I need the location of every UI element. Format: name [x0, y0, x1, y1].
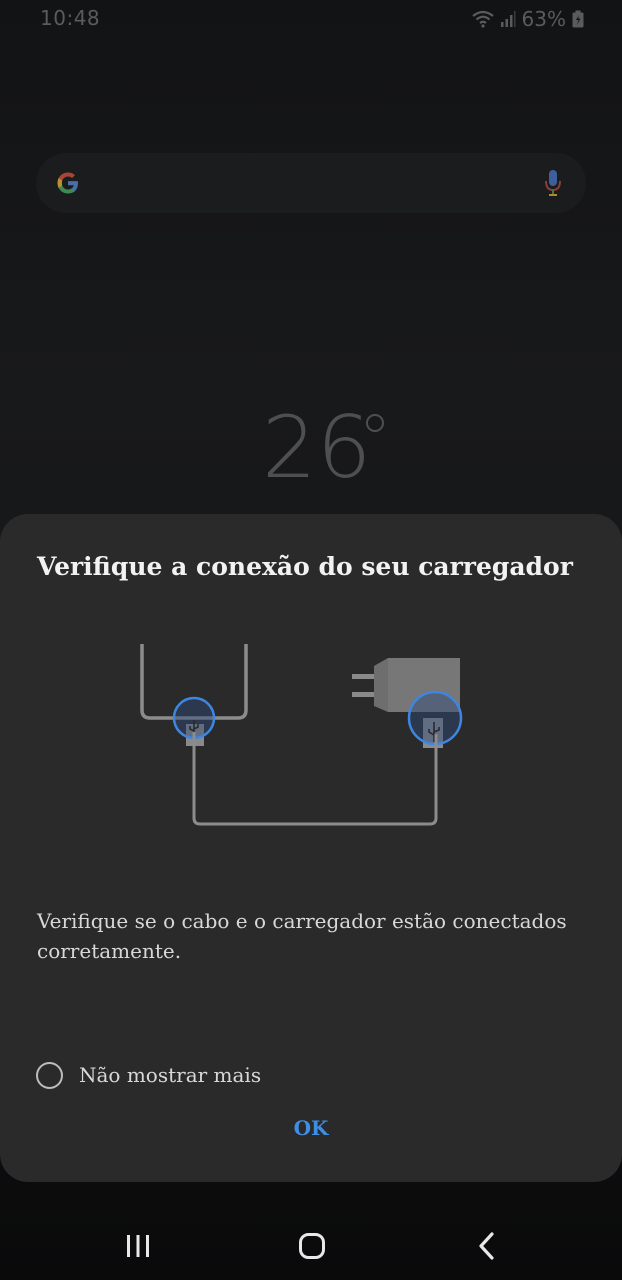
- ok-button[interactable]: OK: [271, 1110, 351, 1146]
- dialog-message: Verifique se o cabo e o carregador estão…: [37, 909, 567, 963]
- navigation-bar: [0, 1212, 622, 1280]
- temperature-value: 26: [262, 398, 372, 498]
- charger-dialog: Verifique a conexão do seu carregador Ve…: [0, 514, 622, 1182]
- mic-icon[interactable]: [544, 168, 562, 198]
- google-search-bar[interactable]: [36, 153, 586, 213]
- status-icons: 63%: [471, 6, 584, 32]
- dialog-title: Verifique a conexão do seu carregador: [37, 552, 573, 581]
- battery-icon: [572, 10, 584, 28]
- status-bar: 10:48 63%: [0, 0, 622, 40]
- back-icon: [479, 1232, 494, 1260]
- back-button[interactable]: [466, 1226, 506, 1266]
- wifi-icon: [471, 10, 494, 28]
- status-time: 10:48: [40, 6, 101, 30]
- dont-show-again-checkbox[interactable]: [36, 1061, 63, 1089]
- phone-charger-connection-illustration: [140, 644, 463, 826]
- google-g-icon: [57, 172, 78, 194]
- home-icon: [299, 1233, 325, 1259]
- home-button[interactable]: [292, 1226, 332, 1266]
- signal-icon: [500, 11, 516, 27]
- recents-icon: [127, 1235, 149, 1257]
- degree-symbol: [366, 414, 384, 432]
- dont-show-again-label[interactable]: Não mostrar mais: [79, 1063, 261, 1087]
- dont-show-again-option[interactable]: Não mostrar mais: [36, 1058, 261, 1092]
- battery-percentage: 63%: [521, 7, 566, 31]
- recents-button[interactable]: [118, 1226, 158, 1266]
